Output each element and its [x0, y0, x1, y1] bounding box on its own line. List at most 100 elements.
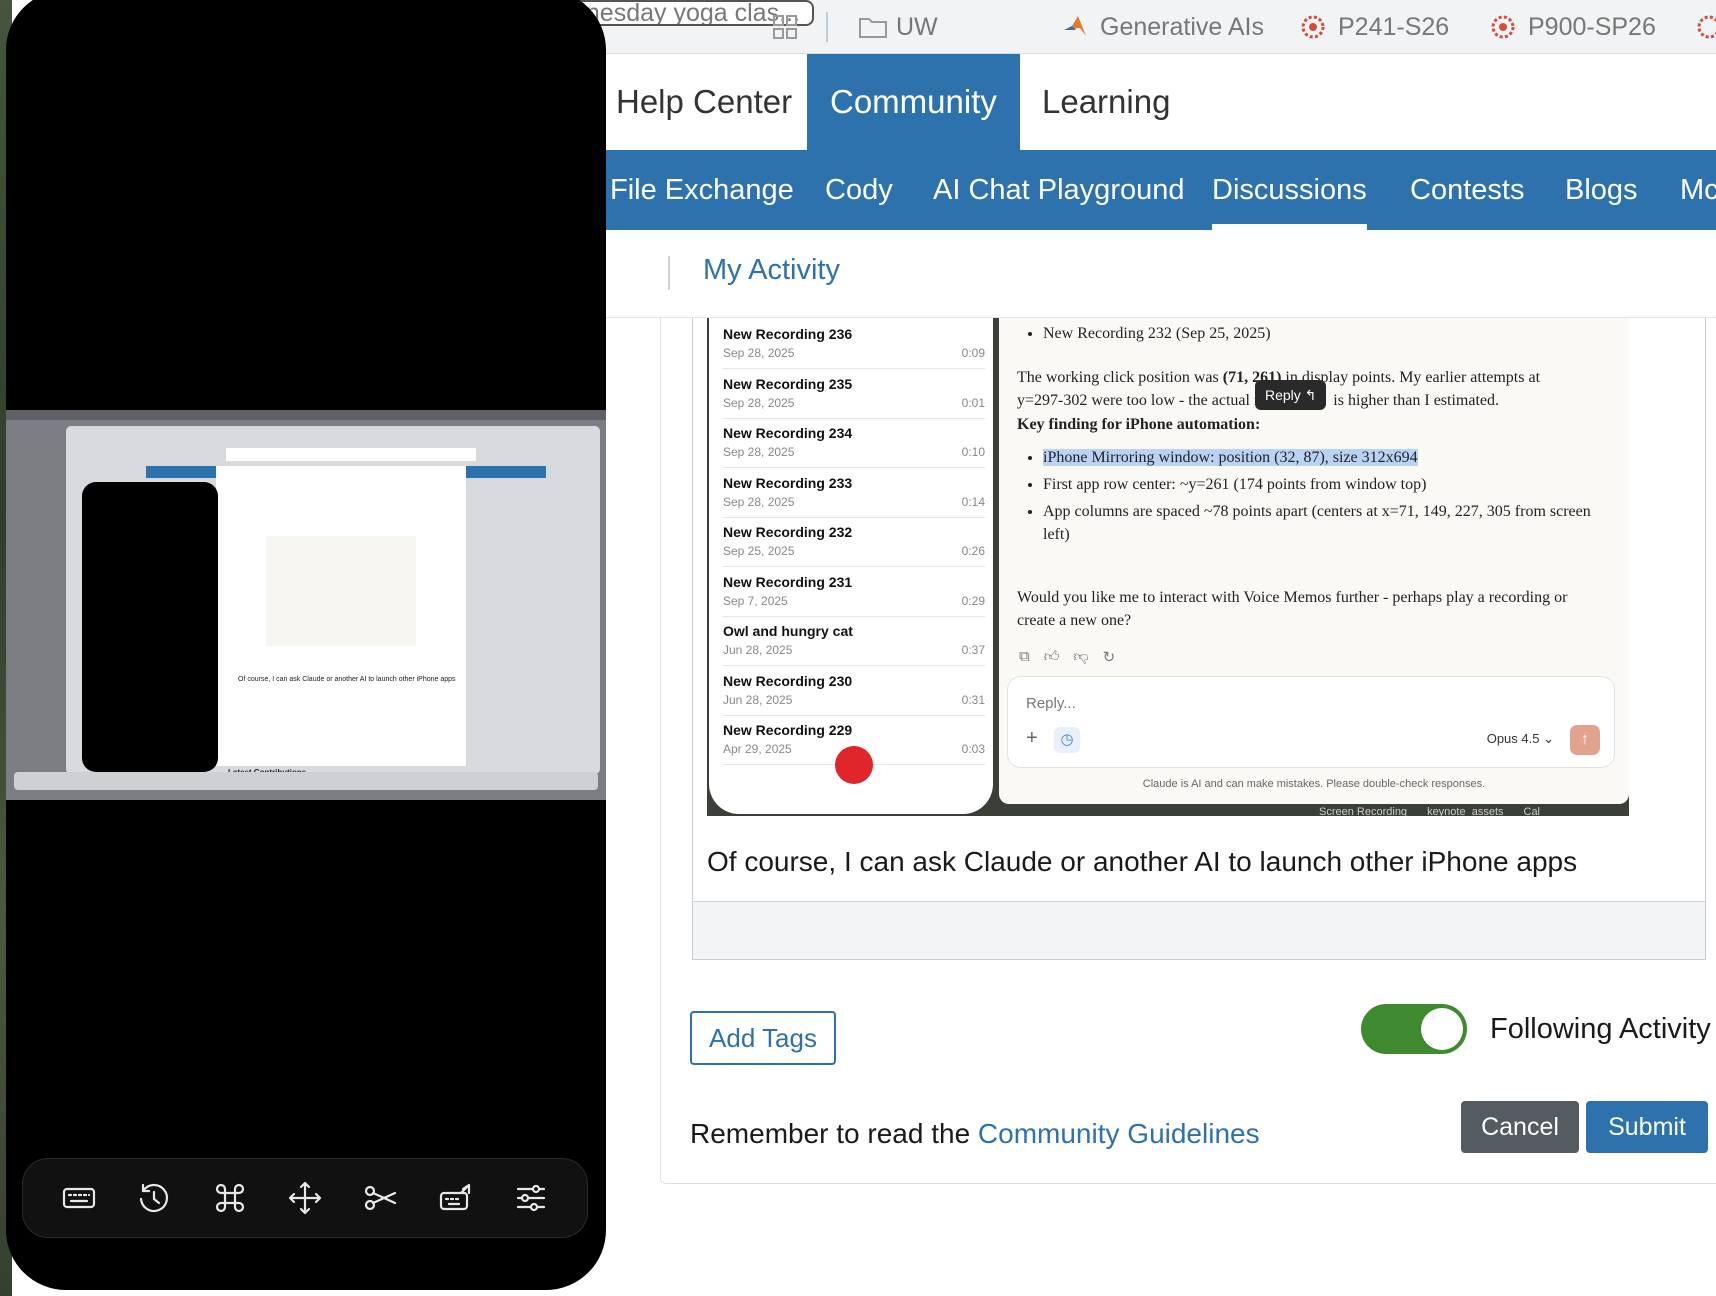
- iphone-mirroring-window[interactable]: Of course, I can ask Claude or another A…: [6, 0, 606, 1290]
- bookmark-p900[interactable]: P900-SP26: [1490, 13, 1656, 41]
- memo-date: Jun 28, 2025: [723, 643, 793, 657]
- chat-heading: Key finding for iPhone automation:: [1017, 416, 1261, 433]
- copy-icon[interactable]: ⧉: [1019, 648, 1030, 667]
- keyboard-send-icon[interactable]: [431, 1173, 481, 1223]
- scissors-icon[interactable]: [355, 1173, 405, 1223]
- voice-memo-item[interactable]: Owl and hungry cat Jun 28, 2025 0:37: [723, 617, 985, 666]
- iphone-mirroring-toolbar: [22, 1158, 588, 1238]
- apps-grid-icon[interactable]: [772, 14, 798, 40]
- model-selector[interactable]: Opus 4.5 ⌄: [1487, 731, 1554, 747]
- finding-item: iPhone Mirroring window: position (32, 8…: [1043, 446, 1607, 469]
- mini-dock: [14, 772, 598, 790]
- move-icon[interactable]: [280, 1173, 330, 1223]
- memo-duration: 0:26: [961, 544, 985, 558]
- post-editor[interactable]: New Recording 236 Sep 28, 2025 0:09 New Rec…: [692, 318, 1706, 960]
- subnav-file-exchange[interactable]: File Exchange: [610, 150, 794, 230]
- send-arrow-icon[interactable]: ↑: [1570, 725, 1600, 755]
- subnav-ai-chat-playground[interactable]: AI Chat Playground: [933, 150, 1184, 230]
- voice-memo-item[interactable]: New Recording 233 Sep 28, 2025 0:14: [723, 469, 985, 518]
- memo-title: New Recording 231: [723, 573, 853, 590]
- following-toggle[interactable]: [1361, 1004, 1467, 1054]
- matlab-icon: [1062, 14, 1088, 40]
- my-activity-link[interactable]: My Activity: [703, 254, 840, 287]
- canvas-icon: [1490, 14, 1516, 40]
- editor-footer: [693, 901, 1705, 959]
- voice-memo-item[interactable]: New Recording 236 Sep 28, 2025 0:09: [723, 320, 985, 369]
- tab-help-center[interactable]: Help Center: [616, 54, 792, 150]
- bookmark-p241[interactable]: P241-S26: [1300, 13, 1449, 41]
- settings-sliders-icon[interactable]: [506, 1173, 556, 1223]
- mini-top-nav: [226, 448, 476, 462]
- bookmark-generative-ais[interactable]: Generative AIs: [1062, 13, 1264, 41]
- finding-item: App columns are spaced ~78 points apart …: [1043, 500, 1607, 546]
- chat-input-placeholder: Reply...: [1026, 695, 1076, 712]
- guidelines-note: Remember to read the Community Guideline…: [690, 1118, 1260, 1149]
- cancel-button[interactable]: Cancel: [1461, 1101, 1579, 1153]
- memo-date: Apr 29, 2025: [723, 742, 792, 756]
- memo-date: Sep 28, 2025: [723, 346, 795, 360]
- mirrored-screen: Of course, I can ask Claude or another A…: [6, 410, 606, 800]
- chat-disclaimer: Claude is AI and can make mistakes. Plea…: [1142, 778, 1486, 790]
- toggle-knob: [1421, 1008, 1463, 1050]
- memo-title: New Recording 233: [723, 474, 853, 491]
- subnav-blogs[interactable]: Blogs: [1565, 150, 1638, 230]
- memo-duration: 0:37: [961, 643, 985, 657]
- command-icon[interactable]: [205, 1173, 255, 1223]
- memo-date: Sep 28, 2025: [723, 494, 795, 509]
- reply-tooltip[interactable]: Reply ↰: [1255, 380, 1327, 410]
- retry-icon[interactable]: ↻: [1103, 648, 1116, 667]
- memo-duration: 0:14: [961, 494, 985, 509]
- community-subnav: File Exchange Cody AI Chat Playground Di…: [560, 150, 1716, 230]
- memo-duration: 0:29: [961, 593, 985, 608]
- thumbs-down-icon[interactable]: 👎︎: [1073, 648, 1088, 667]
- subnav-more[interactable]: Mc: [1680, 150, 1716, 230]
- activity-bar: s ▾ My Activity: [560, 230, 1716, 318]
- folder-icon: [858, 14, 887, 40]
- embedded-screenshot: New Recording 236 Sep 28, 2025 0:09 New Rec…: [707, 318, 1629, 816]
- voice-memo-item[interactable]: New Recording 235 Sep 28, 2025 0:01: [723, 370, 985, 419]
- voice-memo-item[interactable]: New Recording 230 Jun 28, 2025 0:31: [723, 667, 985, 716]
- mini-page: [216, 466, 466, 766]
- memo-date: Sep 7, 2025: [723, 593, 788, 608]
- memo-date: Sep 28, 2025: [723, 395, 795, 410]
- submit-button[interactable]: Submit: [1586, 1101, 1708, 1153]
- chat-bullet: New Recording 232 (Sep 25, 2025): [1043, 322, 1607, 345]
- bookmark-uw[interactable]: UW: [858, 13, 938, 41]
- voice-memo-item[interactable]: New Recording 234 Sep 28, 2025 0:10: [723, 419, 985, 468]
- chat-input-box[interactable]: Reply... + ◷ Opus 4.5 ⌄ ↑: [1007, 676, 1615, 768]
- voice-memo-item[interactable]: New Recording 231 Sep 7, 2025 0:29: [723, 568, 985, 617]
- bookmarks-bar: dnesday yoga clas... UW Generative AIs P…: [560, 0, 1716, 54]
- plus-icon[interactable]: +: [1026, 727, 1038, 750]
- canvas-icon[interactable]: [1696, 14, 1716, 40]
- activity-divider: [668, 256, 670, 290]
- mini-caption: Of course, I can ask Claude or another A…: [238, 676, 456, 683]
- memo-duration: 0:31: [961, 692, 985, 707]
- site-top-nav: Help Center Community Learning: [560, 54, 1716, 150]
- memo-title: New Recording 230: [723, 672, 853, 689]
- voice-memo-item[interactable]: New Recording 232 Sep 25, 2025 0:26: [723, 518, 985, 567]
- thumbs-up-icon[interactable]: 👍︎: [1044, 648, 1060, 667]
- community-guidelines-link[interactable]: Community Guidelines: [978, 1118, 1260, 1149]
- memo-duration: 0:01: [961, 395, 985, 410]
- mini-phone: [82, 482, 218, 772]
- voice-memos-list: New Recording 236 Sep 28, 2025 0:09 New Rec…: [709, 318, 993, 814]
- tab-community[interactable]: Community: [807, 54, 1020, 150]
- chat-message-actions: ⧉ 👍︎ 👎︎ ↻: [1019, 648, 1115, 667]
- add-tags-button[interactable]: Add Tags: [690, 1011, 836, 1065]
- following-activity-label: Following Activity: [1490, 1013, 1711, 1045]
- finder-labels: Screen Recording keynote_assets Cal: [1319, 806, 1541, 816]
- canvas-icon: [1300, 14, 1326, 40]
- chat-findings-list: iPhone Mirroring window: position (32, 8…: [1017, 446, 1607, 550]
- history-icon[interactable]: [129, 1173, 179, 1223]
- memo-duration: 0:03: [961, 742, 985, 756]
- subnav-discussions[interactable]: Discussions: [1212, 150, 1367, 230]
- tab-learning[interactable]: Learning: [1042, 54, 1170, 150]
- record-button[interactable]: [835, 746, 873, 784]
- keyboard-icon[interactable]: [54, 1173, 104, 1223]
- clock-icon[interactable]: ◷: [1054, 727, 1080, 753]
- mini-browser: Of course, I can ask Claude or another A…: [66, 426, 600, 777]
- subnav-contests[interactable]: Contests: [1410, 150, 1524, 230]
- memo-title: New Recording 235: [723, 375, 853, 392]
- subnav-cody[interactable]: Cody: [825, 150, 893, 230]
- memo-title: New Recording 234: [723, 425, 853, 441]
